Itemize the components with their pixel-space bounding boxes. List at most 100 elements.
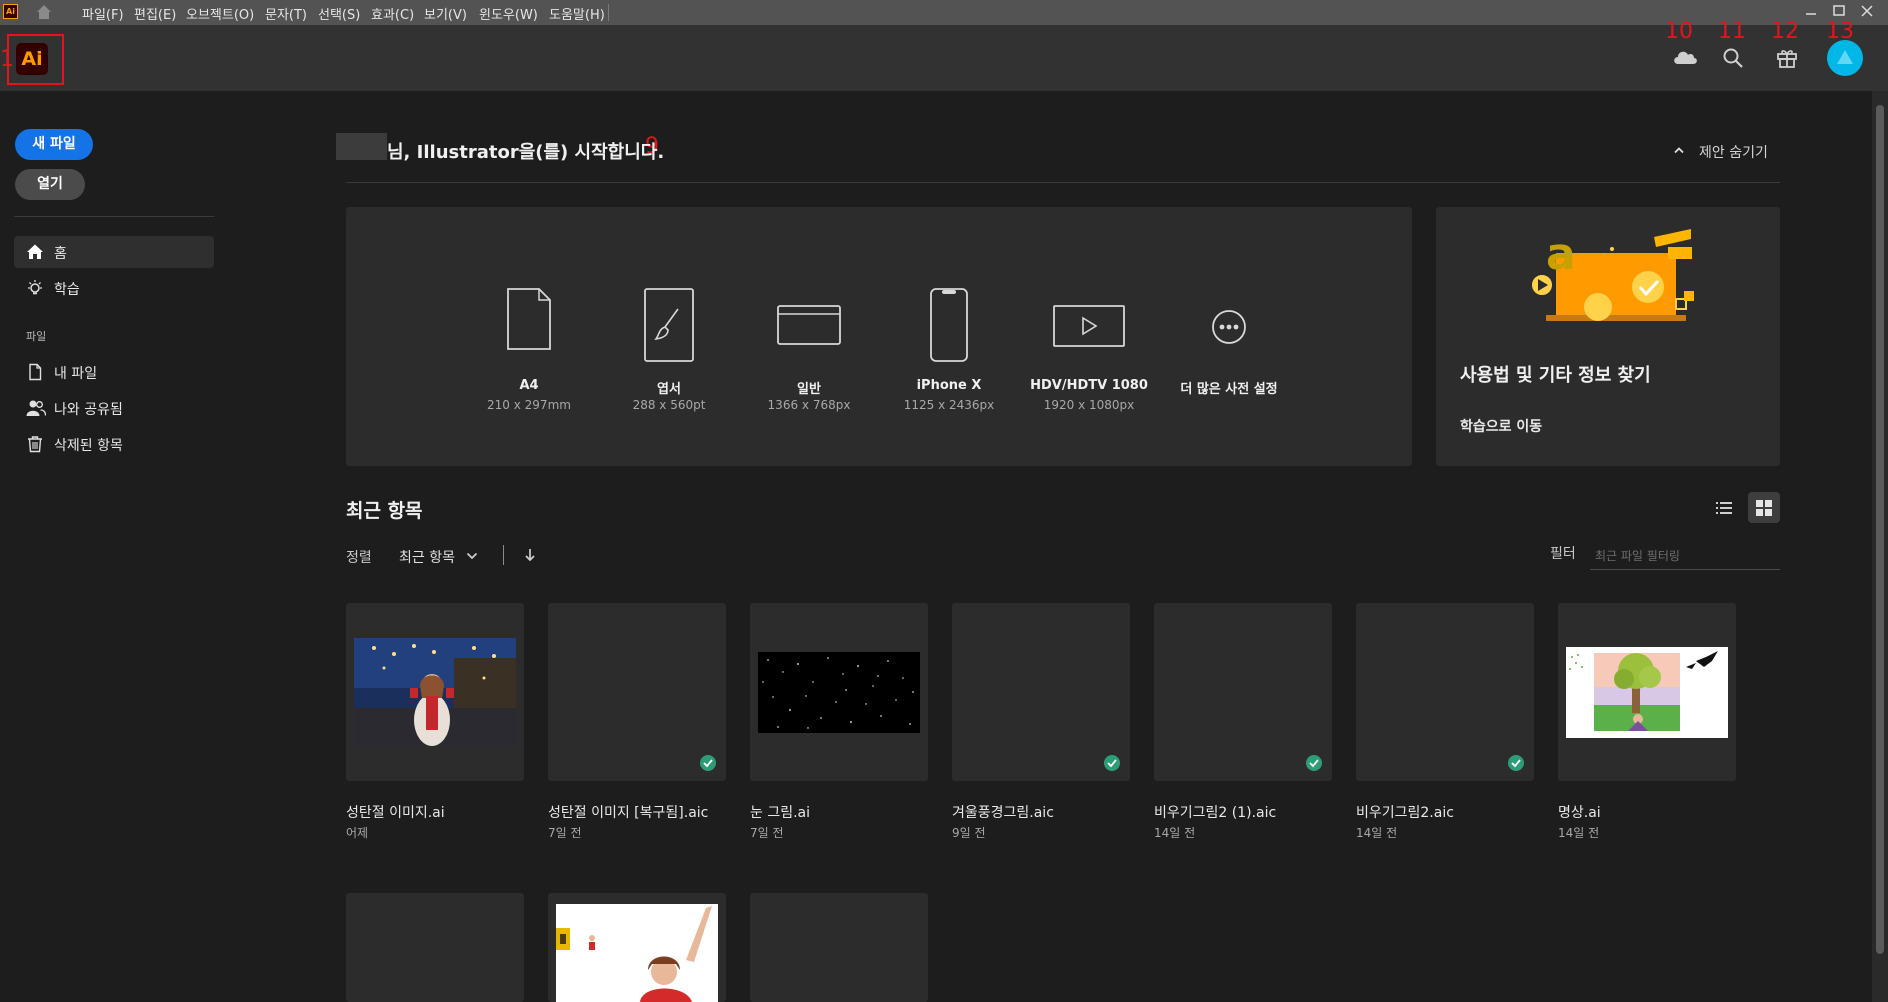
sidebar-item-label: 학습 [54,282,80,298]
meditation-image [1566,647,1728,738]
hide-suggestions-button[interactable]: 제안 숨기기 [1672,142,1812,162]
minimize-icon[interactable] [1800,1,1822,21]
learn-card-title: 사용법 및 기타 정보 찾기 [1460,365,1651,386]
dancer-image [556,904,718,1002]
illustrator-logo[interactable]: Ai [16,43,48,75]
preset-a4[interactable]: A4 210 x 297mm [459,207,599,466]
menu-help[interactable]: 도움말(H) [549,4,605,23]
gift-icon[interactable] [1776,47,1798,69]
arrow-down-icon [524,548,536,562]
app-header: Ai [0,25,1888,91]
file-name[interactable]: 명상.ai [1558,802,1601,822]
preset-more[interactable]: 더 많은 사전 설정 [1159,207,1299,466]
preset-size: 288 x 560pt [632,398,706,412]
chevron-down-icon [466,552,478,560]
sidebar-item-deleted[interactable]: 삭제된 항목 [14,428,214,460]
file-thumbnail[interactable] [548,893,726,1002]
file-thumbnail[interactable] [1558,603,1736,781]
file-thumbnail[interactable] [1154,603,1332,781]
more-icon [1159,309,1299,345]
file-thumbnail[interactable] [750,893,928,1002]
file-thumbnail[interactable] [1356,603,1534,781]
file-thumbnail[interactable] [548,603,726,781]
annotation-10: 10 [1665,19,1693,44]
file-name[interactable]: 비우기그림2.aic [1356,802,1454,822]
open-button[interactable]: 열기 [15,169,85,200]
browser-icon [739,304,879,346]
sort-dropdown[interactable]: 최근 항목 [399,543,485,567]
menu-effect[interactable]: 효과(C) [371,4,414,23]
list-view-button[interactable] [1708,492,1740,523]
sidebar-item-learn[interactable]: 학습 [14,272,214,304]
file-name[interactable]: 눈 그림.ai [750,802,810,822]
grid-view-button[interactable] [1748,492,1780,523]
file-thumbnail[interactable] [346,893,524,1002]
preset-name: iPhone X [916,378,982,393]
preset-name: A4 [519,378,539,393]
file-name[interactable]: 성탄절 이미지 [복구됨].aic [548,802,708,822]
sidebar-item-my-files[interactable]: 내 파일 [14,356,214,388]
preset-name: HDV/HDTV 1080 [1030,378,1148,393]
menu-bar: Ai 파일(F) 편집(E) 오브젝트(O) 문자(T) 선택(S) 효과(C)… [0,0,1888,25]
phone-icon [879,287,1019,363]
file-thumbnail[interactable] [750,603,928,781]
file-thumbnail[interactable] [952,603,1130,781]
preset-postcard[interactable]: 엽서 288 x 560pt [599,207,739,466]
preset-hdtv[interactable]: HDV/HDTV 1080 1920 x 1080px [1019,207,1159,466]
file-thumbnail[interactable] [346,603,524,781]
maximize-icon[interactable] [1828,1,1850,21]
christmas-photo-image [354,638,516,746]
preset-general[interactable]: 일반 1366 x 768px [739,207,879,466]
menu-window[interactable]: 윈도우(W) [479,4,538,23]
grid-view-icon [1756,500,1772,516]
menu-view[interactable]: 보기(V) [424,4,467,23]
sidebar: 새 파일 열기 홈 학습 파일 내 파일 나와 공유됨 삭제된 항목 [0,91,230,1002]
menu-select[interactable]: 선택(S) [318,4,360,23]
annotation-13: 13 [1826,19,1854,44]
list-view-icon [1716,501,1732,515]
menu-file[interactable]: 파일(F) [82,4,124,23]
file-date: 7일 전 [548,826,582,840]
snow-image [758,652,920,733]
sidebar-item-label: 내 파일 [54,366,98,382]
sidebar-item-home[interactable]: 홈 [14,236,214,268]
menu-edit[interactable]: 편집(E) [134,4,176,23]
menu-type[interactable]: 문자(T) [265,4,307,23]
file-name[interactable]: 비우기그림2 (1).aic [1154,802,1276,822]
menu-object[interactable]: 오브젝트(O) [186,4,254,23]
sidebar-item-label: 삭제된 항목 [54,438,123,454]
sidebar-divider [14,216,214,217]
filter-input[interactable] [1590,542,1780,570]
svg-text:a: a [1546,229,1576,280]
document-icon [26,363,44,381]
synced-check-icon [1306,755,1322,771]
new-file-button[interactable]: 새 파일 [15,129,93,160]
close-icon[interactable] [1856,1,1878,21]
file-name[interactable]: 성탄절 이미지.ai [346,802,445,822]
sort-separator [503,545,504,565]
search-icon[interactable] [1722,47,1744,69]
go-to-learn-link[interactable]: 학습으로 이동 [1460,416,1542,436]
cloud-icon[interactable] [1672,47,1698,67]
home-icon[interactable] [34,2,54,22]
preset-iphone-x[interactable]: iPhone X 1125 x 2436px [879,207,1019,466]
file-date: 14일 전 [1154,826,1196,840]
annotation-1: 1 [0,47,14,72]
file-date: 7일 전 [750,826,784,840]
file-name[interactable]: 겨울풍경그림.aic [952,802,1054,822]
annotation-11: 11 [1718,19,1746,44]
synced-check-icon [700,755,716,771]
sidebar-item-label: 나와 공유됨 [54,402,123,418]
scrollbar[interactable] [1872,91,1888,1002]
preset-name: 더 많은 사전 설정 [1180,382,1278,397]
preset-size: 1920 x 1080px [1043,398,1135,412]
home-icon [26,243,44,261]
app-icon-small[interactable]: Ai [3,4,18,19]
redacted-user-name [336,133,387,160]
sort-direction-button[interactable] [521,546,539,566]
scrollbar-thumb[interactable] [1876,105,1884,954]
avatar[interactable] [1827,40,1863,76]
sidebar-item-shared[interactable]: 나와 공유됨 [14,392,214,424]
recent-heading: 최근 항목 [346,500,423,522]
preset-size: 1125 x 2436px [903,398,995,412]
